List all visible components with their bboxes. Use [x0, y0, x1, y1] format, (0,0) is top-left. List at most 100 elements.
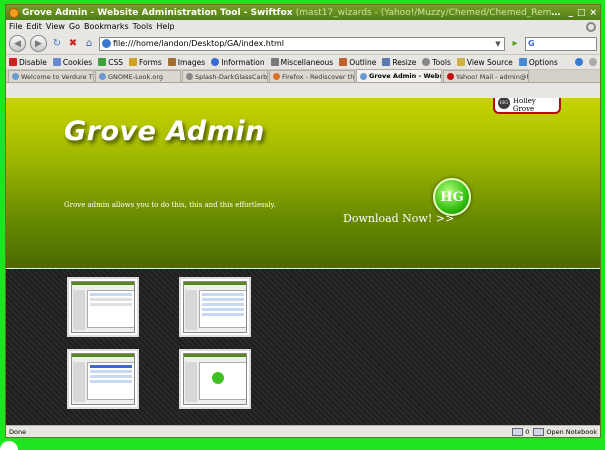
tab-label: Grove Admin - Websit...	[369, 72, 442, 80]
thumbnail-image	[183, 353, 247, 405]
tab-welcome-verdure[interactable]: Welcome to Verdure Tho...	[8, 70, 94, 82]
open-notebook-button[interactable]: Open Notebook	[533, 427, 597, 436]
screenshot-thumbnail[interactable]	[67, 349, 139, 409]
tab-grove-admin[interactable]: Grove Admin - Websit...	[356, 69, 442, 82]
screenshot-thumbnail[interactable]	[179, 349, 251, 409]
tab-gnome-look[interactable]: GNOME-Look.org	[95, 70, 181, 82]
css-icon	[98, 58, 107, 66]
holley-grove-badge[interactable]: HG Holley Grove	[493, 98, 561, 114]
tab-yahoo-mail[interactable]: Yahoo! Mail - admin@holl...	[443, 70, 529, 82]
search-input[interactable]: G	[525, 36, 597, 51]
chevron-down-icon[interactable]: ▼	[492, 40, 504, 48]
dev-outline-label: Outline	[349, 57, 377, 67]
thumbnail-logo	[212, 372, 224, 384]
navigation-toolbar: ◀ ▶ ↻ ✖ ⌂ file:///home/landon/Desktop/GA…	[6, 33, 600, 55]
status-text: Done	[9, 427, 27, 436]
dev-tools[interactable]: Tools	[422, 58, 451, 67]
tab-label: GNOME-Look.org	[108, 72, 164, 81]
tab-splash-darkglass[interactable]: Splash-DarkGlassCarbonF...	[182, 70, 268, 82]
thumbnail-panel	[199, 290, 246, 328]
menu-bookmarks[interactable]: Bookmarks	[84, 22, 129, 31]
thumbnail-row	[90, 298, 132, 301]
thumbnail-panel	[87, 290, 134, 328]
thumbnail-image	[183, 281, 247, 333]
back-arrow-icon: ◀	[14, 38, 21, 49]
thumbnail-row	[90, 293, 132, 296]
window-title: Grove Admin - Website Administration Too…	[22, 8, 562, 18]
dev-images[interactable]: Images	[167, 58, 205, 67]
page-description: Grove admin allows you to do this, this …	[64, 201, 276, 209]
dev-miscellaneous[interactable]: Miscellaneous	[270, 57, 334, 67]
screenshot-thumbnail[interactable]	[67, 277, 139, 337]
thumbnail-sidebar	[73, 362, 85, 402]
cookies-icon	[52, 58, 61, 66]
thumbnail-sidebar	[185, 290, 197, 330]
thumbnail-row	[90, 375, 132, 378]
dev-options[interactable]: Options	[518, 58, 558, 67]
dev-resize[interactable]: Resize	[382, 58, 416, 67]
thumbnail-row	[202, 303, 244, 306]
screenshot-gallery	[6, 269, 600, 425]
home-icon[interactable]: ⌂	[83, 38, 95, 50]
dev-miscellaneous-label: Miscellaneous	[280, 57, 334, 67]
dev-css[interactable]: CSS	[98, 58, 123, 67]
menu-edit[interactable]: Edit	[26, 22, 42, 31]
dev-disable[interactable]: Disable	[9, 58, 47, 67]
holley-grove-label: Holley Grove	[512, 98, 536, 113]
info-icon[interactable]	[589, 58, 597, 66]
menu-file[interactable]: File	[9, 22, 22, 31]
dev-resize-label: Resize	[392, 57, 417, 67]
minimize-icon[interactable]: _	[568, 8, 573, 18]
thumbnail-row	[90, 303, 132, 306]
screen-icon	[512, 427, 524, 436]
forward-button[interactable]: ▶	[30, 35, 47, 52]
go-icon[interactable]: ▸	[509, 38, 521, 50]
status-indicator[interactable]: 0	[512, 427, 530, 436]
maximize-icon[interactable]: □	[577, 8, 586, 18]
dev-forms-label: Forms	[138, 57, 162, 67]
hg-logo-text: HG	[440, 189, 464, 205]
view-source-icon	[456, 58, 465, 66]
thumbnail-row	[202, 293, 244, 296]
dev-cookies[interactable]: Cookies	[52, 58, 92, 67]
help-icon[interactable]	[575, 58, 583, 66]
miscellaneous-icon	[270, 58, 279, 66]
page-content: Grove Admin Grove admin allows you to do…	[6, 98, 600, 425]
back-button[interactable]: ◀	[9, 35, 26, 52]
menu-view[interactable]: View	[46, 22, 65, 31]
thumbnail-titlebar	[72, 354, 134, 357]
dev-forms[interactable]: Forms	[128, 57, 162, 67]
hero-banner: Grove Admin Grove admin allows you to do…	[6, 98, 600, 268]
dev-disable-label: Disable	[19, 57, 47, 67]
dev-information[interactable]: Information	[211, 57, 265, 67]
url-value[interactable]: file:///home/landon/Desktop/GA/index.htm…	[113, 39, 490, 48]
dev-view-source[interactable]: View Source	[456, 58, 513, 67]
thumbnail-row	[202, 313, 244, 316]
forward-arrow-icon: ▶	[35, 38, 42, 49]
thumbnail-titlebar	[184, 282, 246, 285]
menu-tools[interactable]: Tools	[133, 22, 153, 31]
search-engine-icon: G	[528, 39, 535, 48]
close-icon[interactable]: ×	[589, 8, 597, 18]
tab-strip: Welcome to Verdure Tho... GNOME-Look.org…	[6, 69, 600, 83]
stop-icon[interactable]: ✖	[67, 38, 79, 50]
site-icon	[102, 39, 111, 48]
menu-bar: File Edit View Go Bookmarks Tools Help	[6, 20, 600, 33]
thumbnail-row	[90, 370, 132, 373]
menu-help[interactable]: Help	[156, 22, 174, 31]
dev-outline[interactable]: Outline	[339, 58, 376, 67]
tab-label: Firefox - Rediscover the ...	[282, 72, 355, 81]
tab-firefox-rediscover[interactable]: Firefox - Rediscover the ...	[269, 70, 355, 82]
menu-go[interactable]: Go	[69, 22, 80, 31]
status-counter: 0	[525, 427, 530, 436]
url-bar[interactable]: file:///home/landon/Desktop/GA/index.htm…	[99, 36, 505, 51]
images-icon	[167, 58, 176, 66]
thumbnail-panel	[87, 362, 134, 400]
download-link[interactable]: Download Now! >>	[343, 212, 454, 225]
screenshot-thumbnail[interactable]	[179, 277, 251, 337]
dev-information-label: Information	[221, 57, 265, 67]
title-bar: Grove Admin - Website Administration Too…	[6, 5, 600, 20]
reload-icon[interactable]: ↻	[51, 38, 63, 50]
hg-logo-icon[interactable]: HG	[433, 178, 471, 216]
dev-css-label: CSS	[108, 57, 123, 67]
